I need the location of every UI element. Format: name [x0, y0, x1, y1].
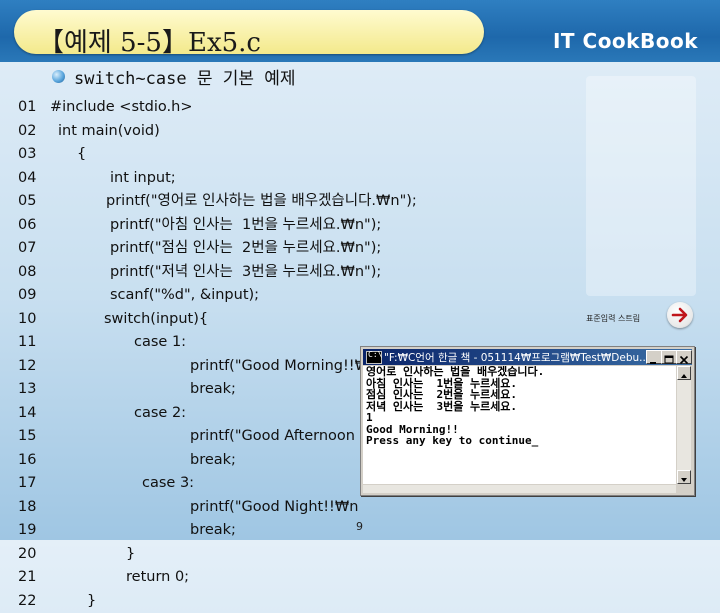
- title-bar: 【예제 5-5】Ex5.c IT CookBook: [0, 0, 720, 62]
- chevron-down-icon: [678, 474, 690, 486]
- console-window: C:\ "F:₩C언어 한글 책 - 051114₩프로그램₩Test₩Debu…: [360, 346, 695, 496]
- page-number: 9: [356, 520, 363, 533]
- code-text: scanf("%d", &input);: [110, 284, 259, 308]
- code-text: int input;: [110, 167, 176, 191]
- code-text: #include <stdio.h>: [50, 96, 192, 120]
- scroll-down-button[interactable]: [677, 470, 691, 484]
- line-number: 13: [18, 378, 36, 402]
- close-button[interactable]: [676, 350, 692, 364]
- code-line: 02 int main(void): [0, 120, 560, 144]
- code-line: 01 #include <stdio.h>: [0, 96, 560, 120]
- line-number: 22: [18, 590, 36, 613]
- console-line: 점심 인사는 2번을 누르세요.: [363, 389, 676, 401]
- code-line: 06 printf("아침 인사는 1번을 누르세요.₩n");: [0, 214, 560, 238]
- line-number: 08: [18, 261, 36, 285]
- brand-logo: IT CookBook: [553, 29, 698, 53]
- scroll-up-button[interactable]: [677, 366, 691, 380]
- line-number: 15: [18, 425, 36, 449]
- console-output: 영어로 인사하는 법을 배우겠습니다. 아침 인사는 1번을 누르세요. 점심 …: [363, 366, 676, 484]
- line-number: 05: [18, 190, 36, 214]
- maximize-button[interactable]: [661, 350, 677, 364]
- code-text: }: [87, 590, 96, 613]
- console-titlebar[interactable]: C:\ "F:₩C언어 한글 책 - 051114₩프로그램₩Test₩Debu…: [363, 349, 692, 365]
- subtitle: switch~case 문 기본 예제: [74, 64, 296, 89]
- code-text: printf("영어로 인사하는 법을 배우겠습니다.₩n");: [106, 190, 417, 214]
- line-number: 12: [18, 355, 36, 379]
- console-line: 영어로 인사하는 법을 배우겠습니다.: [363, 366, 676, 378]
- line-number: 04: [18, 167, 36, 191]
- code-line: 09 scanf("%d", &input);: [0, 284, 560, 308]
- code-line: 03 {: [0, 143, 560, 167]
- minimize-button[interactable]: [646, 350, 662, 364]
- code-text: case 3:: [142, 472, 194, 496]
- line-number: 14: [18, 402, 36, 426]
- arrow-right-glyph: [670, 305, 690, 325]
- vertical-scrollbar[interactable]: [677, 366, 691, 484]
- line-number: 20: [18, 543, 36, 567]
- code-line: 05 printf("영어로 인사하는 법을 배우겠습니다.₩n");: [0, 190, 560, 214]
- line-number: 03: [18, 143, 36, 167]
- line-number: 01: [18, 96, 36, 120]
- line-number: 21: [18, 566, 36, 590]
- minimize-icon: [647, 354, 661, 366]
- line-number: 09: [18, 284, 36, 308]
- code-line: 19 break;: [0, 519, 560, 543]
- line-number: 02: [18, 120, 36, 144]
- stdin-hint-label: 표준입력 스트림: [586, 313, 640, 324]
- horizontal-scrollbar[interactable]: [363, 485, 676, 493]
- line-number: 19: [18, 519, 36, 543]
- code-text: return 0;: [126, 566, 189, 590]
- code-text: switch(input){: [104, 308, 208, 332]
- console-line: Press any key to continue_: [363, 435, 676, 447]
- code-text: printf("아침 인사는 1번을 누르세요.₩n");: [110, 214, 381, 238]
- console-app-icon: C:\: [366, 351, 382, 364]
- code-line: 22}: [0, 590, 560, 613]
- code-text: case 1:: [134, 331, 186, 355]
- code-text: break;: [190, 519, 236, 543]
- slide-title: 【예제 5-5】Ex5.c: [38, 22, 261, 59]
- code-text: printf("저녁 인사는 3번을 누르세요.₩n");: [110, 261, 381, 285]
- console-title: "F:₩C언어 한글 책 - 051114₩프로그램₩Test₩Debu...: [384, 350, 646, 365]
- console-line: 1: [363, 412, 676, 424]
- code-line: 08 printf("저녁 인사는 3번을 누르세요.₩n");: [0, 261, 560, 285]
- code-line: 04 int input;: [0, 167, 560, 191]
- line-number: 10: [18, 308, 36, 332]
- code-text: break;: [190, 378, 236, 402]
- line-number: 07: [18, 237, 36, 261]
- code-line: 21 return 0;: [0, 566, 560, 590]
- code-line: 10 switch(input){: [0, 308, 560, 332]
- code-text: printf("Good Afternoon: [190, 425, 355, 449]
- line-number: 17: [18, 472, 36, 496]
- line-number: 18: [18, 496, 36, 520]
- line-number: 06: [18, 214, 36, 238]
- code-text: {: [77, 143, 86, 167]
- code-text: break;: [190, 449, 236, 473]
- arrow-right-icon[interactable]: [667, 302, 693, 328]
- side-panel: [586, 76, 696, 296]
- bullet-icon: [52, 70, 65, 83]
- code-line: 20}: [0, 543, 560, 567]
- title-pill: 【예제 5-5】Ex5.c: [14, 10, 484, 54]
- chevron-up-icon: [678, 370, 690, 382]
- code-line: 18 printf("Good Night!!₩n: [0, 496, 560, 520]
- line-number: 16: [18, 449, 36, 473]
- line-number: 11: [18, 331, 36, 355]
- maximize-icon: [662, 354, 676, 366]
- close-icon: [677, 354, 691, 366]
- console-line: 저녁 인사는 3번을 누르세요.: [363, 401, 676, 413]
- code-line: 07 printf("점심 인사는 2번을 누르세요.₩n");: [0, 237, 560, 261]
- code-text: }: [126, 543, 135, 567]
- code-text: int main(void): [58, 120, 160, 144]
- code-text: printf("점심 인사는 2번을 누르세요.₩n");: [110, 237, 381, 261]
- code-text: case 2:: [134, 402, 186, 426]
- code-text: printf("Good Night!!₩n: [190, 496, 358, 520]
